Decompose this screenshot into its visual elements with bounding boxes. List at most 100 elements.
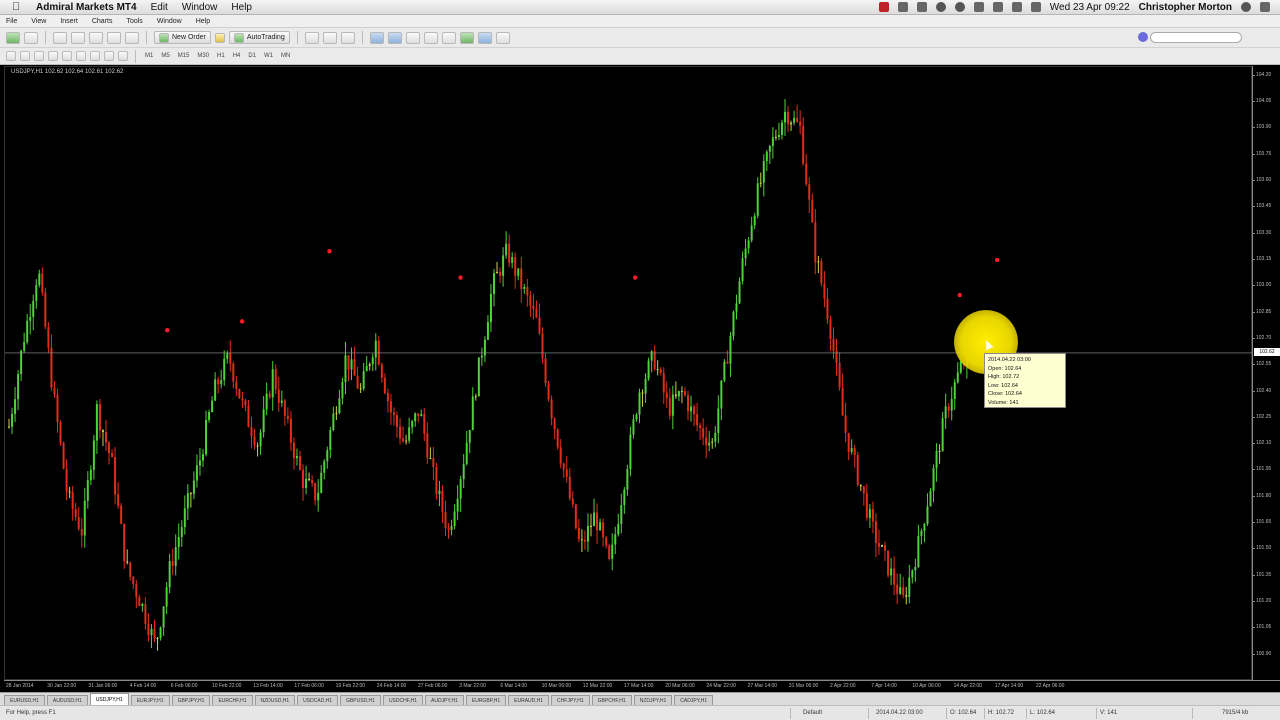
trendline-icon[interactable] [62,51,72,61]
timeframe-d1[interactable]: D1 [246,53,258,59]
record-icon[interactable] [878,2,889,12]
cursor-icon[interactable] [6,51,16,61]
auto-scroll-icon[interactable] [441,31,456,44]
chart-tab-euraud[interactable]: EURAUD,H1 [508,695,550,705]
menu-charts[interactable]: Charts [92,18,113,25]
app-tray-icon[interactable] [897,2,908,12]
tool-tray-icon[interactable] [916,2,927,12]
timeframe-m1[interactable]: M1 [143,53,155,59]
new-chart-icon[interactable] [6,31,20,44]
menu-window[interactable]: Window [182,2,218,13]
line-chart-icon[interactable] [340,31,355,44]
chart-tab-gbpjpy[interactable]: GBPJPY,H1 [171,695,211,705]
chart-tab-eurusd[interactable]: EURUSD,H1 [4,695,45,705]
battery-icon[interactable] [1030,2,1041,12]
chart-tab-usdchf[interactable]: USDCHF,H1 [382,695,423,705]
tester-icon[interactable] [125,31,139,44]
navigator-icon[interactable] [89,31,103,44]
wifi-icon[interactable] [992,2,1003,12]
status-profile[interactable]: Default [803,710,822,716]
chart-tab-audusd[interactable]: AUDUSD,H1 [46,695,88,705]
candle-body [496,271,499,274]
time-axis[interactable]: 28 Jan 2014 30 Jan 22:00 31 Jan 06:00 4 Feb… [4,680,1280,692]
chart-tab-nzdjpy[interactable]: NZDJPY,H1 [633,695,673,705]
timeframe-h1[interactable]: H1 [215,53,227,59]
tile-windows-icon[interactable] [405,31,420,44]
menu-edit[interactable]: Edit [151,2,168,13]
candle-body [271,369,274,398]
candle-body [71,492,74,509]
bar-chart-icon[interactable] [304,31,319,44]
clock-icon[interactable] [954,2,965,12]
terminal-icon[interactable] [107,31,121,44]
volume-icon[interactable] [1011,2,1022,12]
indicators-icon[interactable] [459,31,474,44]
timeframe-h4[interactable]: H4 [231,53,243,59]
notification-icon[interactable] [1260,2,1270,12]
data-window-icon[interactable] [71,31,85,44]
chart-tab-eurgbp[interactable]: EURGBP,H1 [465,695,507,705]
candle-body [820,261,823,284]
clock-display[interactable]: Wed 23 Apr 09:22 [1050,2,1130,13]
search-input[interactable] [1150,32,1242,43]
app-name-menu[interactable]: Admiral Markets MT4 [36,2,137,13]
templates-icon[interactable] [495,31,510,44]
menu-view[interactable]: View [31,18,46,25]
candle-body [693,406,696,415]
text-tool-icon[interactable] [104,51,114,61]
metaeditor-icon[interactable] [214,32,225,43]
chart-tab-gbpusd[interactable]: GBPUSD,H1 [340,695,381,705]
spotlight-icon[interactable] [1241,2,1251,12]
chart-tab-cadjpy[interactable]: CADJPY,H1 [674,695,714,705]
autotrading-button[interactable]: AutoTrading [228,31,290,44]
timeframe-m30[interactable]: M30 [195,53,211,59]
search-icon[interactable] [1138,32,1148,42]
timeframe-m15[interactable]: M15 [176,53,192,59]
chart-tab-nzdusd[interactable]: NZDUSD,H1 [254,695,296,705]
chart-tab-usdjpy[interactable]: USDJPY,H1 [89,693,129,705]
menu-tools[interactable]: Tools [126,18,142,25]
profiles-icon[interactable] [24,31,38,44]
candle-body [414,413,417,422]
app-root:  Admiral Markets MT4 Edit Window Help W… [0,0,1280,720]
channel-icon[interactable] [76,51,86,61]
chart-tab-eurchf[interactable]: EURCHF,H1 [212,695,253,705]
chart-tab-usdcad[interactable]: USDCAD,H1 [297,695,339,705]
user-name[interactable]: Christopher Morton [1139,2,1232,13]
market-watch-icon[interactable] [53,31,67,44]
time-tick: 2 Apr 22:00 [830,683,856,689]
chart-tab-chfjpy[interactable]: CHFJPY,H1 [551,695,590,705]
fibonacci-icon[interactable] [90,51,100,61]
chart-tab-gbpchf[interactable]: GBPCHF,H1 [591,695,632,705]
crosshair-icon[interactable] [20,51,30,61]
vertical-line-icon[interactable] [34,51,44,61]
menu-insert[interactable]: Insert [60,18,78,25]
new-order-button[interactable]: New Order [154,31,211,44]
apple-icon[interactable]:  [12,1,26,13]
timeframe-w1[interactable]: W1 [262,53,275,59]
zoom-in-icon[interactable] [369,31,384,44]
timeframe-mn[interactable]: MN [279,53,292,59]
price-axis[interactable]: 104.20 104.05 103.90 103.75 103.60 103.45 103.… [1251,66,1280,680]
candle-body [871,509,874,522]
bluetooth-icon[interactable] [973,2,984,12]
candle-body [250,427,253,437]
menu-help-app[interactable]: Help [196,18,210,25]
menu-help[interactable]: Help [231,2,252,13]
periods-icon[interactable] [477,31,492,44]
candle-body [532,305,535,309]
chart-tab-audjpy[interactable]: AUDJPY,H1 [425,695,464,705]
arrow-tool-icon[interactable] [118,51,128,61]
sync-icon[interactable] [935,2,946,12]
zoom-out-icon[interactable] [387,31,402,44]
candle-body [929,490,932,507]
chart-shift-icon[interactable] [423,31,438,44]
candlestick-icon[interactable] [322,31,337,44]
chart-tab-eurjpy[interactable]: EURJPY,H1 [130,695,170,705]
tooltip-open: Open: 102.64 [988,365,1022,372]
menu-file[interactable]: File [6,18,17,25]
horizontal-line-icon[interactable] [48,51,58,61]
candle-body [256,445,259,447]
timeframe-m5[interactable]: M5 [159,53,171,59]
menu-window-app[interactable]: Window [157,18,182,25]
